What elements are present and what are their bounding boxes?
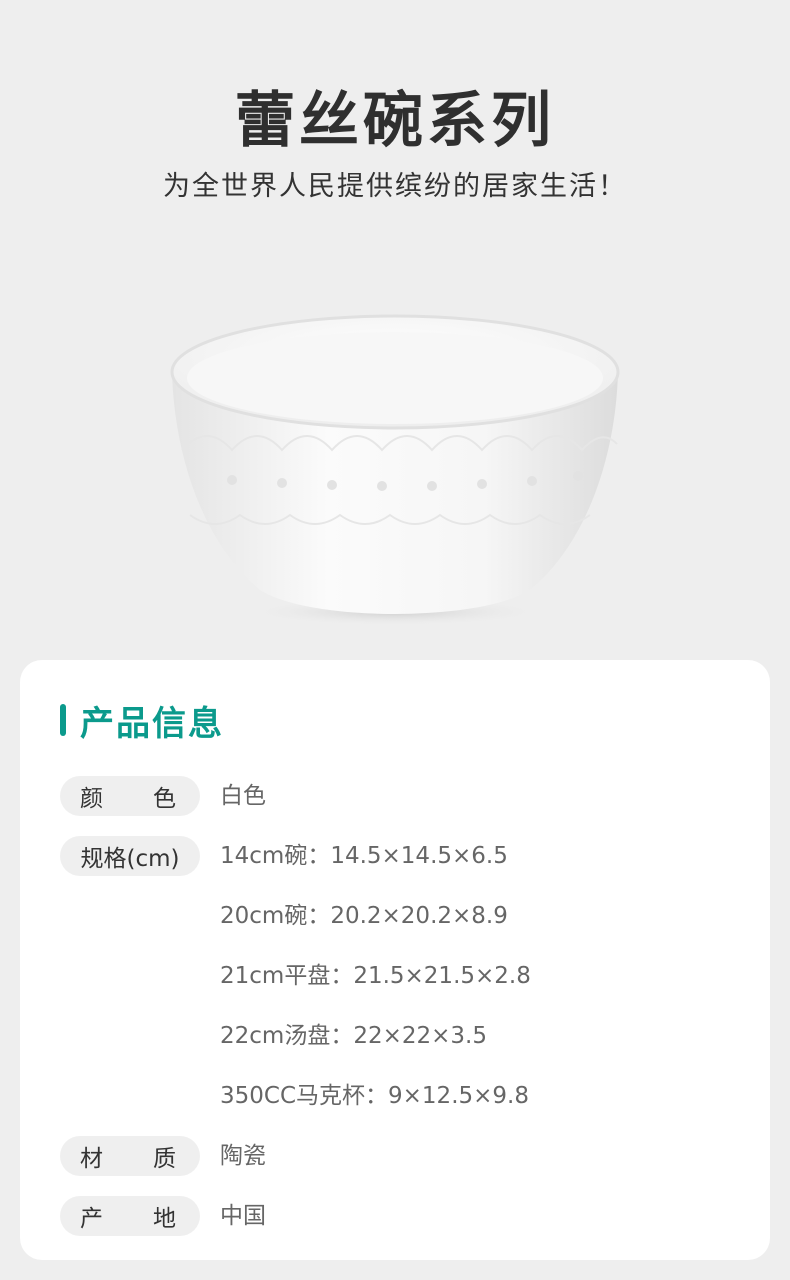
spec-label: 规格(cm) <box>60 836 200 876</box>
color-row: 颜 色 <box>60 776 200 816</box>
origin-row: 产 地 <box>60 1196 200 1236</box>
page-title: 蕾丝碗系列 <box>235 86 555 156</box>
spec-item: 20cm碗：20.2×20.2×8.9 <box>220 903 508 929</box>
origin-value: 中国 <box>220 1203 266 1229</box>
spec-row: 规格(cm) <box>60 836 200 876</box>
product-image-bowl <box>160 300 630 640</box>
page-subtitle: 为全世界人民提供缤纷的居家生活！ <box>163 171 627 202</box>
section-header: 产品信息 <box>60 698 224 744</box>
color-label: 颜 色 <box>60 776 200 816</box>
product-info-card: 产品信息 颜 色 白色 规格(cm) 14cm碗：14.5×14.5×6.5 2… <box>20 660 770 1260</box>
material-row: 材 质 <box>60 1136 200 1176</box>
section-title: 产品信息 <box>80 703 224 744</box>
accent-bar <box>60 704 66 736</box>
spec-item: 22cm汤盘：22×22×3.5 <box>220 1023 487 1049</box>
spec-item: 350CC马克杯：9×12.5×9.8 <box>220 1083 529 1109</box>
spec-item: 21cm平盘：21.5×21.5×2.8 <box>220 963 531 989</box>
material-label: 材 质 <box>60 1136 200 1176</box>
origin-label: 产 地 <box>60 1196 200 1236</box>
bowl-illustration <box>170 314 620 626</box>
color-value: 白色 <box>220 783 266 809</box>
material-value: 陶瓷 <box>220 1143 266 1169</box>
spec-item: 14cm碗：14.5×14.5×6.5 <box>220 843 508 869</box>
